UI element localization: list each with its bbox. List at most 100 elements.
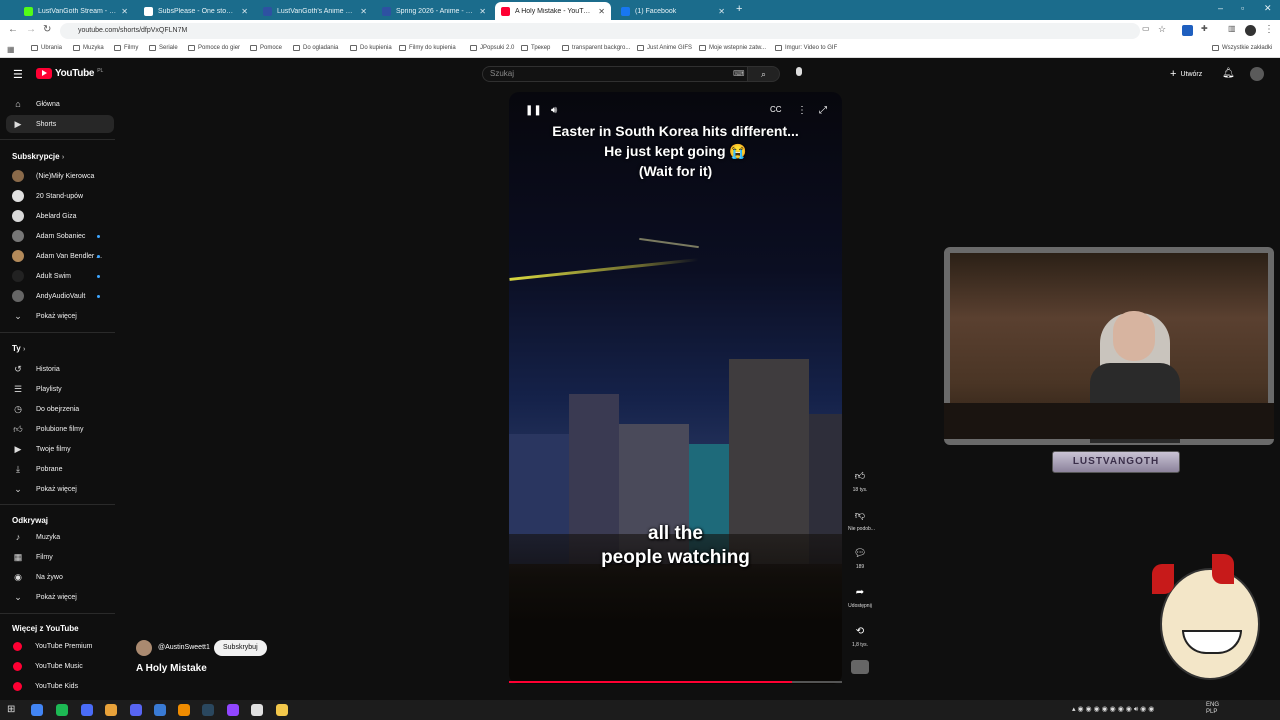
volume-icon[interactable]: 🔊︎ [551, 105, 557, 116]
channel-avatar[interactable] [136, 640, 152, 656]
app-icon[interactable] [105, 704, 117, 716]
bookmark-item[interactable]: Seriale [149, 45, 178, 51]
sidebar-section-you[interactable]: Ty › [12, 344, 25, 353]
bookmark-item[interactable]: Imgur: Video to GIF [775, 45, 837, 51]
close-window-icon[interactable]: ✕ [1264, 3, 1272, 14]
sidebar-item-show-more[interactable]: ⌄ Pokaż więcej [0, 307, 108, 325]
all-bookmarks[interactable]: Wszystkie zakładki [1212, 45, 1272, 51]
sidebar-section-more-youtube[interactable]: Więcej z YouTube [12, 624, 79, 633]
extensions-puzzle-icon[interactable]: ✚ [1201, 24, 1208, 33]
browser-tab[interactable]: SubsPlease - One stop shop fo...✕ [138, 2, 254, 20]
keyboard-icon[interactable]: ⌨ [733, 67, 745, 81]
sidebar-section-subscriptions[interactable]: Subskrypcje › [12, 152, 64, 161]
close-tab-icon[interactable]: ✕ [718, 7, 725, 16]
sidebar-item-you[interactable]: 👍︎ Polubione filmy [0, 420, 108, 438]
comments-button[interactable]: 💬︎ 189 [848, 548, 872, 570]
bookmark-item[interactable]: Just Anime GIFS [637, 45, 692, 51]
sidebar-item-more-youtube[interactable]: YouTube Music [0, 657, 108, 675]
sidebar-item-explore[interactable]: ◉ Na żywo [0, 568, 108, 586]
share-button[interactable]: ➦ Udostępnij [848, 587, 872, 609]
cast-icon[interactable]: ▭ [1142, 24, 1150, 33]
remix-button[interactable]: ⟲ 1,8 tys. [848, 626, 872, 648]
close-tab-icon[interactable]: ✕ [121, 7, 128, 16]
bookmark-item[interactable]: JPopsuki 2.0 [470, 45, 514, 51]
sidebar-item-subscription[interactable]: Abelard Giza [0, 207, 108, 225]
search-input[interactable]: Szukaj ⌨ [482, 66, 748, 82]
sidebar-item-home[interactable]: ⌂ Główna [0, 95, 108, 113]
language-indicator[interactable]: ENG PLP [1206, 702, 1219, 716]
browser-tab[interactable]: (1) Facebook ✕ [615, 2, 731, 20]
forward-icon[interactable]: → [26, 24, 36, 35]
channel-name[interactable]: @AustinSweett1 [158, 644, 210, 651]
sidebar-item-you[interactable]: ↺ Historia [0, 360, 108, 378]
sidebar-item-you[interactable]: ▶ Twoje filmy [0, 440, 108, 458]
apps-grid-icon[interactable]: ▦ [7, 45, 15, 54]
app-icon[interactable] [178, 704, 190, 716]
sidebar-item-subscription[interactable]: Adam Sobaniec [0, 227, 108, 245]
sidebar-section-explore[interactable]: Odkrywaj [12, 516, 48, 525]
bookmark-item[interactable]: Трекер [521, 45, 550, 51]
create-button[interactable]: + Utwórz [1170, 68, 1202, 80]
menu-hamburger-icon[interactable]: ☰ [13, 68, 23, 81]
bookmark-item[interactable]: transparent backgro... [562, 45, 630, 51]
bookmark-item[interactable]: Do ogladania [293, 45, 338, 51]
account-avatar[interactable] [1250, 67, 1264, 81]
bookmark-item[interactable]: Ubrania [31, 45, 62, 51]
bookmark-item[interactable]: Pomoce [250, 45, 282, 51]
notifications-bell-icon[interactable]: 🔔︎ [1222, 68, 1235, 79]
close-tab-icon[interactable]: ✕ [360, 7, 367, 16]
shorts-video-player[interactable]: ❚❚ 🔊︎ CC ⋮ ⤢ Easter in South Korea hits … [509, 92, 842, 684]
sidebar-item-you[interactable]: ☰ Playlisty [0, 380, 108, 398]
maximize-icon[interactable]: ▫ [1241, 3, 1244, 13]
pause-icon[interactable]: ❚❚ [525, 105, 542, 116]
sound-thumbnail[interactable] [851, 660, 869, 674]
bookmark-item[interactable]: Pomoce do gier [188, 45, 240, 51]
browser-tab[interactable]: Spring 2026 - Anime - MyAnim...✕ [376, 2, 492, 20]
menu-kebab-icon[interactable]: ⋮ [1264, 24, 1274, 35]
chrome-icon[interactable] [31, 704, 43, 716]
bookmark-star-icon[interactable]: ☆ [1158, 24, 1166, 35]
bookmark-item[interactable]: Filmy do kupienia [399, 45, 456, 51]
reload-icon[interactable]: ↻ [43, 24, 51, 35]
sidebar-item-subscription[interactable]: 20 Stand-upów [0, 187, 108, 205]
video-progress-bar[interactable] [509, 681, 842, 683]
close-tab-icon[interactable]: ✕ [598, 7, 605, 16]
sidebar-item-explore[interactable]: ▦ Filmy [0, 548, 108, 566]
search-button[interactable]: ⌕ [748, 66, 780, 82]
file-explorer-icon[interactable] [276, 704, 288, 716]
back-icon[interactable]: ← [8, 24, 18, 35]
fullscreen-icon[interactable]: ⤢ [819, 105, 827, 116]
sidebar-item-explore[interactable]: ♪ Muzyka [0, 528, 108, 546]
app-icon[interactable] [81, 704, 93, 716]
sidebar-item-explore[interactable]: ⌄ Pokaż więcej [0, 588, 108, 606]
bookmark-item[interactable]: Filmy [114, 45, 138, 51]
sidebar-item-more-youtube[interactable]: YouTube Premium [0, 637, 108, 655]
sidebar-item-subscription[interactable]: Adam Van Bendler ... [0, 247, 108, 265]
steam-icon[interactable] [202, 704, 214, 716]
bookmark-item[interactable]: Do kupienia [350, 45, 392, 51]
browser-tab[interactable]: A Holy Mistake - YouTube ✕ [495, 2, 611, 20]
app-icon[interactable] [251, 704, 263, 716]
app-icon[interactable] [227, 704, 239, 716]
minimize-icon[interactable]: – [1218, 3, 1223, 13]
app-icon[interactable] [56, 704, 68, 716]
sidebar-item-you[interactable]: ⤓ Pobrane [0, 460, 108, 478]
like-button[interactable]: 👍︎ 18 tys. [848, 470, 872, 493]
profile-avatar[interactable] [1245, 25, 1256, 36]
bookmark-item[interactable]: Muzyka [73, 45, 104, 51]
windows-start-icon[interactable]: ⊞ [7, 704, 15, 715]
sidebar-item-subscription[interactable]: AndyAudioVault [0, 287, 108, 305]
sidepanel-icon[interactable]: ▥ [1228, 24, 1236, 33]
extension-icon[interactable] [1182, 25, 1193, 36]
new-tab-icon[interactable]: + [736, 3, 742, 15]
dislike-button[interactable]: 👎︎ Nie podob... [848, 509, 875, 532]
sidebar-item-shorts[interactable]: ▶ Shorts [6, 115, 114, 133]
system-tray-icons[interactable]: ▴ ◉ ◉ ◉ ◉ ◉ ◉ ◉ 🔊︎ ◉ ◉ [1072, 705, 1154, 714]
youtube-logo[interactable]: YouTube PL [36, 68, 103, 79]
voice-search-button[interactable] [794, 66, 804, 80]
browser-tab[interactable]: LustVanGoth's Anime List - My...✕ [257, 2, 373, 20]
discord-icon[interactable] [130, 704, 142, 716]
bookmark-item[interactable]: Moje wstepnie zatw... [699, 45, 766, 51]
browser-tab[interactable]: LustVanGoth Stream - Watch Li...✕ [18, 2, 134, 20]
sidebar-item-you[interactable]: ◷ Do obejrzenia [0, 400, 108, 418]
